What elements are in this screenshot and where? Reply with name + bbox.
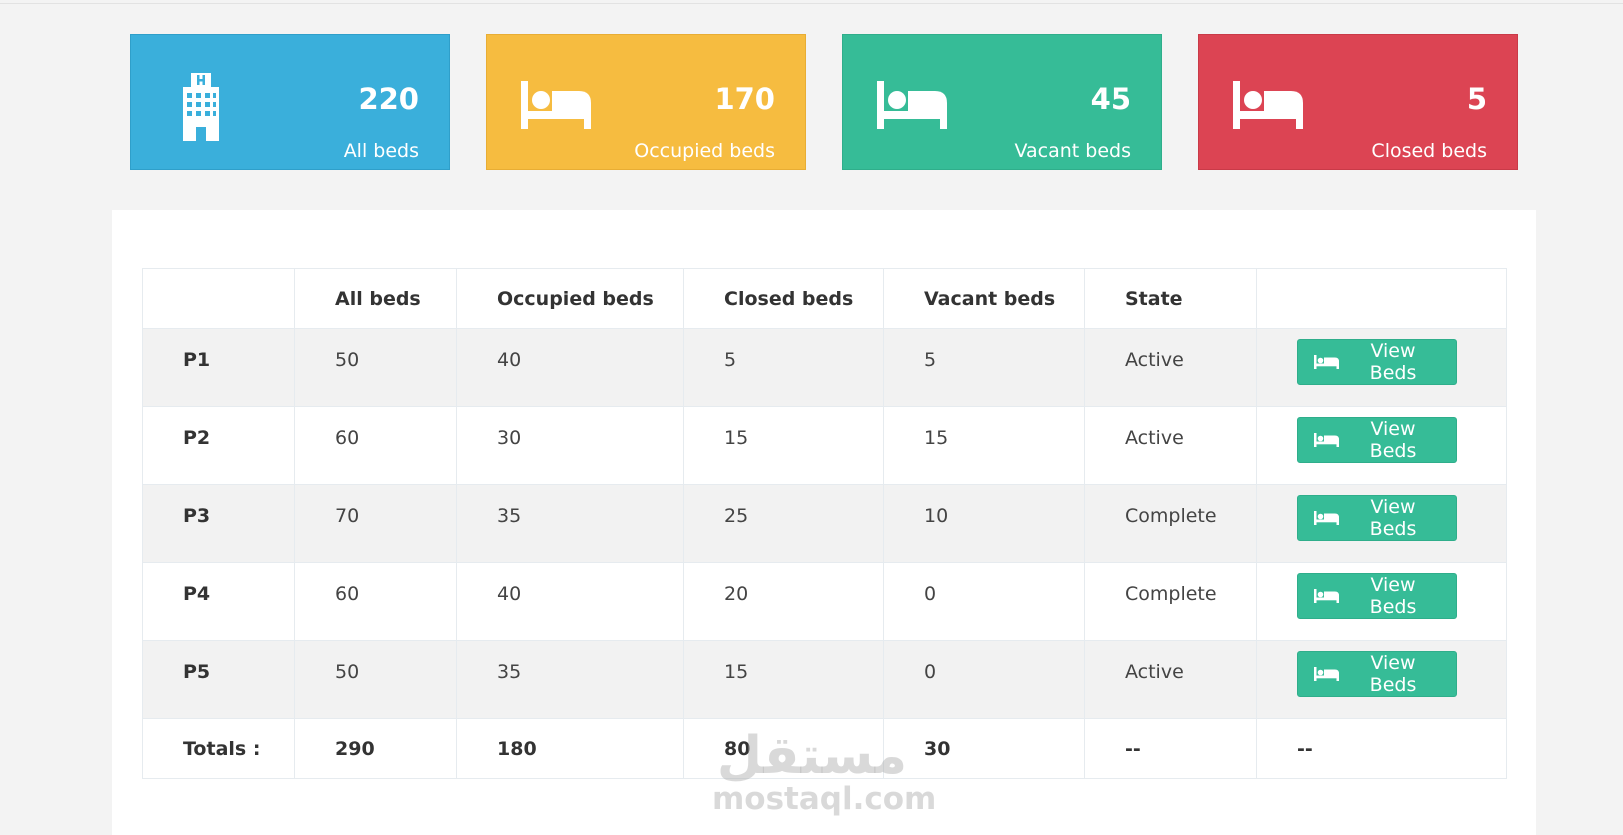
bed-icon bbox=[521, 81, 591, 129]
watermark-latin: mostaql.com bbox=[712, 781, 937, 817]
column-header: All beds bbox=[294, 268, 457, 329]
button-label: View Beds bbox=[1369, 652, 1417, 696]
total-vacant-beds: 30 bbox=[883, 718, 1085, 779]
total-all-beds: 290 bbox=[294, 718, 457, 779]
row-name: P4 bbox=[142, 562, 295, 641]
cell-vacant-beds: 10 bbox=[883, 484, 1085, 563]
row-name: P3 bbox=[142, 484, 295, 563]
cell-vacant-beds: 15 bbox=[883, 406, 1085, 485]
cell-closed-beds: 15 bbox=[683, 406, 884, 485]
column-header bbox=[142, 268, 295, 329]
view-beds-button[interactable]: View Beds bbox=[1297, 573, 1457, 619]
cell-occupied-beds: 40 bbox=[456, 328, 684, 407]
bed-icon bbox=[877, 81, 947, 129]
cell-all-beds: 60 bbox=[294, 562, 457, 641]
cell-occupied-beds: 40 bbox=[456, 562, 684, 641]
card-closed-beds: 5 Closed beds bbox=[1198, 34, 1518, 170]
card-occupied-beds: 170 Occupied beds bbox=[486, 34, 806, 170]
column-header bbox=[1256, 268, 1507, 329]
cell-all-beds: 50 bbox=[294, 328, 457, 407]
view-beds-button[interactable]: View Beds bbox=[1297, 495, 1457, 541]
cell-vacant-beds: 5 bbox=[883, 328, 1085, 407]
watermark-arabic: مستقل bbox=[716, 726, 908, 786]
totals-label: Totals : bbox=[142, 718, 295, 779]
total-state: -- bbox=[1084, 718, 1257, 779]
row-name: P1 bbox=[142, 328, 295, 407]
cell-closed-beds: 20 bbox=[683, 562, 884, 641]
column-header: Occupied beds bbox=[456, 268, 684, 329]
cell-state: Active bbox=[1084, 406, 1257, 485]
view-beds-button[interactable]: View Beds bbox=[1297, 417, 1457, 463]
bed-icon bbox=[1314, 589, 1339, 603]
bed-icon bbox=[1314, 433, 1339, 447]
card-label: Vacant beds bbox=[1014, 140, 1132, 163]
cell-state: Complete bbox=[1084, 562, 1257, 641]
row-name: P5 bbox=[142, 640, 295, 719]
table-row: P3 70 35 25 10 Complete View Beds bbox=[142, 484, 1507, 563]
bed-icon bbox=[1314, 355, 1339, 369]
button-label: View Beds bbox=[1369, 574, 1417, 618]
column-header: Closed beds bbox=[683, 268, 884, 329]
card-value: 220 bbox=[358, 82, 419, 116]
bed-icon bbox=[1314, 511, 1339, 525]
bed-icon bbox=[1314, 667, 1339, 681]
cell-vacant-beds: 0 bbox=[883, 562, 1085, 641]
table-row: P5 50 35 15 0 Active View Beds bbox=[142, 640, 1507, 719]
cell-state: Active bbox=[1084, 328, 1257, 407]
view-beds-button[interactable]: View Beds bbox=[1297, 339, 1457, 385]
table-header-row: All beds Occupied beds Closed beds Vacan… bbox=[142, 268, 1507, 329]
column-header: State bbox=[1084, 268, 1257, 329]
cell-vacant-beds: 0 bbox=[883, 640, 1085, 719]
bed-icon bbox=[1233, 81, 1303, 129]
card-all-beds: 220 All beds bbox=[130, 34, 450, 170]
card-label: Closed beds bbox=[1371, 140, 1487, 163]
cell-all-beds: 70 bbox=[294, 484, 457, 563]
table-row: P1 50 40 5 5 Active View Beds bbox=[142, 328, 1507, 407]
button-label: View Beds bbox=[1369, 418, 1417, 462]
total-occupied-beds: 180 bbox=[456, 718, 684, 779]
top-divider bbox=[0, 3, 1623, 4]
cell-occupied-beds: 30 bbox=[456, 406, 684, 485]
button-label: View Beds bbox=[1369, 496, 1417, 540]
cell-closed-beds: 5 bbox=[683, 328, 884, 407]
cell-state: Complete bbox=[1084, 484, 1257, 563]
hospital-icon bbox=[183, 73, 219, 141]
cell-action: View Beds bbox=[1256, 328, 1507, 407]
cell-state: Active bbox=[1084, 640, 1257, 719]
cell-occupied-beds: 35 bbox=[456, 484, 684, 563]
card-value: 5 bbox=[1466, 82, 1487, 116]
view-beds-button[interactable]: View Beds bbox=[1297, 651, 1457, 697]
card-label: Occupied beds bbox=[634, 140, 775, 163]
card-value: 170 bbox=[714, 82, 775, 116]
table-row: P2 60 30 15 15 Active View Beds bbox=[142, 406, 1507, 485]
cell-occupied-beds: 35 bbox=[456, 640, 684, 719]
cell-closed-beds: 15 bbox=[683, 640, 884, 719]
cell-action: View Beds bbox=[1256, 562, 1507, 641]
card-label: All beds bbox=[343, 140, 419, 163]
column-header: Vacant beds bbox=[883, 268, 1085, 329]
cell-all-beds: 60 bbox=[294, 406, 457, 485]
cell-action: View Beds bbox=[1256, 640, 1507, 719]
total-action: -- bbox=[1256, 718, 1507, 779]
table-row: P4 60 40 20 0 Complete View Beds bbox=[142, 562, 1507, 641]
cell-all-beds: 50 bbox=[294, 640, 457, 719]
card-vacant-beds: 45 Vacant beds bbox=[842, 34, 1162, 170]
beds-table: All beds Occupied beds Closed beds Vacan… bbox=[142, 268, 1507, 779]
cell-action: View Beds bbox=[1256, 484, 1507, 563]
watermark: مستقل mostaql.com bbox=[712, 726, 936, 815]
card-value: 45 bbox=[1090, 82, 1131, 116]
button-label: View Beds bbox=[1369, 340, 1417, 384]
row-name: P2 bbox=[142, 406, 295, 485]
cell-closed-beds: 25 bbox=[683, 484, 884, 563]
cell-action: View Beds bbox=[1256, 406, 1507, 485]
